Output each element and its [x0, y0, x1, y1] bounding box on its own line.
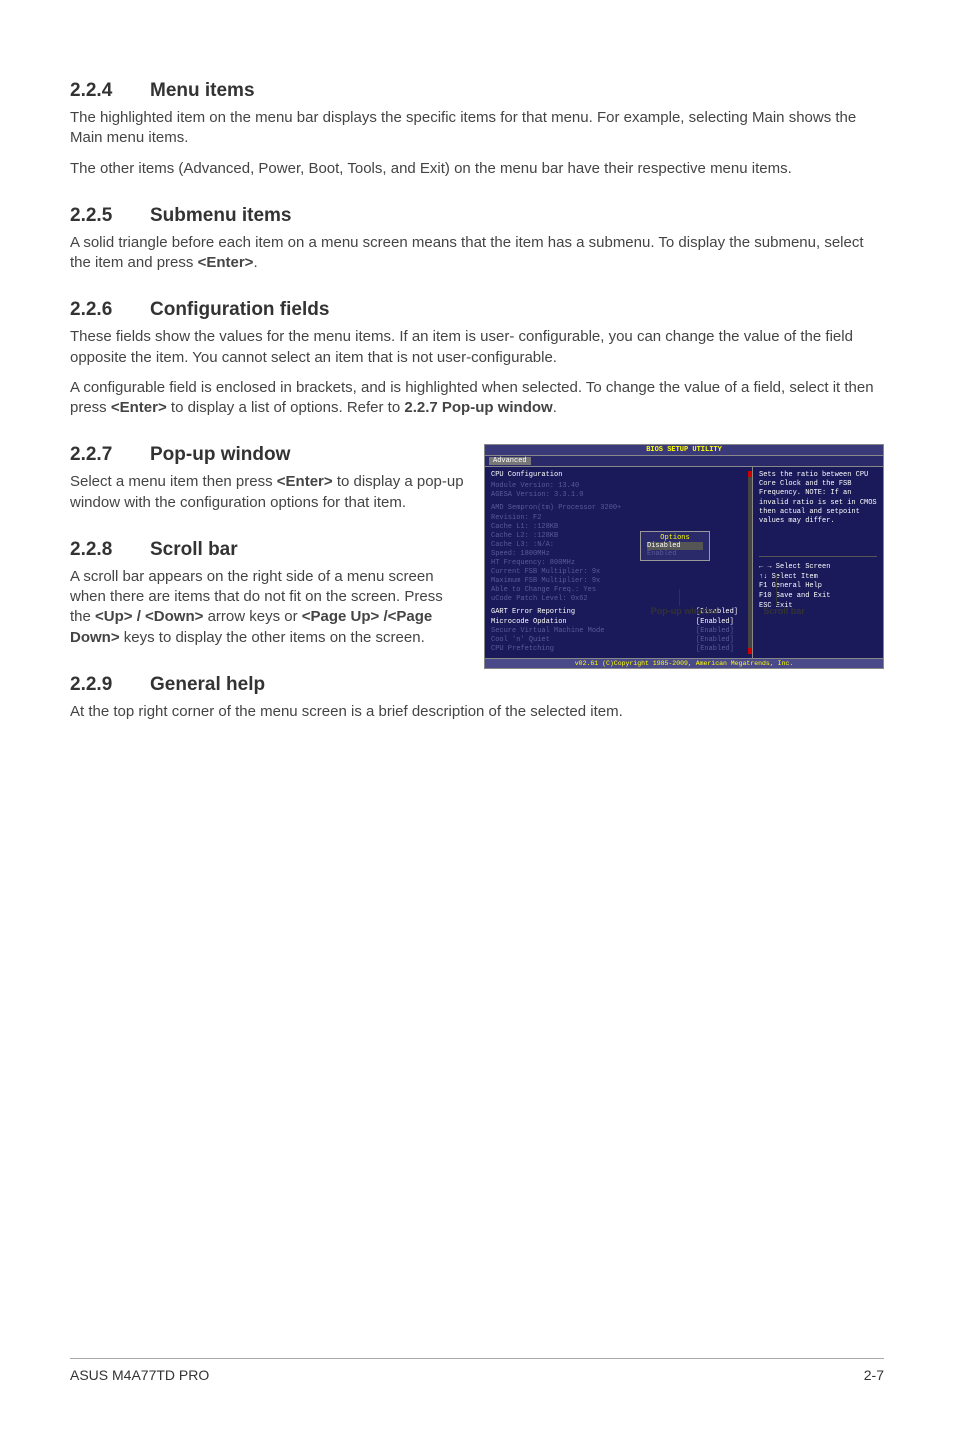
bios-config-row: Microcode Opdation[Enabled] [491, 618, 746, 627]
bios-body: CPU Configuration Module Version: 13.40 … [485, 467, 883, 658]
bios-section-title: CPU Configuration [491, 471, 746, 479]
bios-info: uCode Patch Level: 0x62 [491, 595, 746, 604]
right-column: BIOS SETUP UTILITY Advanced CPU Configur… [484, 444, 884, 669]
heading-title: General help [150, 674, 265, 695]
heading-num: 2.2.6 [70, 299, 150, 321]
heading-title: Scroll bar [150, 539, 238, 560]
heading-title: Configuration fields [150, 299, 329, 320]
bios-scroll-arrow-up-icon [748, 471, 752, 477]
bios-info: Current FSB Multiplier: 9x [491, 568, 746, 577]
heading-submenu-items: 2.2.5Submenu items [70, 205, 884, 227]
bios-config-row: Secure Virtual Machine Mode[Enabled] [491, 627, 746, 636]
left-column: 2.2.7Pop-up window Select a menu item th… [70, 444, 464, 674]
two-column-area: 2.2.7Pop-up window Select a menu item th… [70, 444, 884, 674]
bios-info: Revision: F2 [491, 514, 746, 523]
para: A configurable field is enclosed in brac… [70, 378, 884, 419]
footer-page-number: 2-7 [864, 1367, 884, 1383]
bios-window: BIOS SETUP UTILITY Advanced CPU Configur… [484, 444, 884, 669]
bios-popup-option: Enabled [647, 550, 703, 558]
para: A scroll bar appears on the right side o… [70, 567, 464, 648]
heading-num: 2.2.5 [70, 205, 150, 227]
heading-general-help: 2.2.9General help [70, 674, 884, 696]
bios-title-bar: BIOS SETUP UTILITY [485, 445, 883, 456]
bios-copyright: v02.61 (C)Copyright 1985-2009, American … [485, 658, 883, 668]
para: Select a menu item then press <Enter> to… [70, 472, 464, 513]
bios-scrollbar [748, 471, 752, 654]
para: These fields show the values for the men… [70, 327, 884, 368]
annotation-popup-window: Pop-up window [644, 606, 724, 616]
bios-config-value: [Enabled] [696, 618, 746, 627]
bios-config-label: Microcode Opdation [491, 618, 696, 627]
bios-help-text: Sets the ratio between CPU Core Clock an… [759, 471, 877, 557]
bios-config-label: Cool 'n' Quiet [491, 636, 696, 645]
heading-config-fields: 2.2.6Configuration fields [70, 299, 884, 321]
bios-config-label: CPU Prefetching [491, 645, 696, 654]
bios-config-value: [Enabled] [696, 627, 746, 636]
callout-line [776, 574, 777, 606]
para: The other items (Advanced, Power, Boot, … [70, 159, 884, 179]
footer-product: ASUS M4A77TD PRO [70, 1367, 209, 1383]
bios-tab-advanced: Advanced [489, 457, 531, 465]
section-2-2-9: 2.2.9General help At the top right corne… [70, 674, 884, 722]
bios-help-panel: Sets the ratio between CPU Core Clock an… [753, 467, 883, 658]
bios-scroll-arrow-down-icon [748, 648, 752, 654]
heading-title: Menu items [150, 80, 255, 101]
heading-title: Pop-up window [150, 444, 290, 465]
bios-popup-options: Options Disabled Enabled [640, 531, 710, 561]
bios-config-row: Cool 'n' Quiet[Enabled] [491, 636, 746, 645]
annotation-scroll-bar: Scroll bar [754, 606, 814, 616]
heading-menu-items: 2.2.4Menu items [70, 80, 884, 102]
section-2-2-8: 2.2.8Scroll bar A scroll bar appears on … [70, 539, 464, 648]
bios-popup-option: Disabled [647, 542, 703, 550]
heading-num: 2.2.4 [70, 80, 150, 102]
bios-info: AMD Sempron(tm) Processor 3200+ [491, 504, 746, 513]
para: The highlighted item on the menu bar dis… [70, 108, 884, 149]
heading-scroll-bar: 2.2.8Scroll bar [70, 539, 464, 561]
para: A solid triangle before each item on a m… [70, 233, 884, 274]
bios-config-value: [Enabled] [696, 636, 746, 645]
section-2-2-4: 2.2.4Menu items The highlighted item on … [70, 80, 884, 179]
bios-screenshot: BIOS SETUP UTILITY Advanced CPU Configur… [484, 444, 884, 669]
bios-tab-bar: Advanced [485, 456, 883, 467]
para: At the top right corner of the menu scre… [70, 702, 884, 722]
heading-num: 2.2.9 [70, 674, 150, 696]
bios-info: Maximum FSB Multiplier: 9x [491, 577, 746, 586]
heading-num: 2.2.7 [70, 444, 150, 466]
bios-config-row: CPU Prefetching[Enabled] [491, 645, 746, 654]
page-footer: ASUS M4A77TD PRO 2-7 [70, 1358, 884, 1383]
bios-nav-line: ← → Select Screen [759, 563, 877, 573]
bios-main-panel: CPU Configuration Module Version: 13.40 … [485, 467, 753, 658]
bios-info: Able to Change Freq.: Yes [491, 586, 746, 595]
heading-popup-window: 2.2.7Pop-up window [70, 444, 464, 466]
bios-config-label: Secure Virtual Machine Mode [491, 627, 696, 636]
section-2-2-5: 2.2.5Submenu items A solid triangle befo… [70, 205, 884, 274]
section-2-2-6: 2.2.6Configuration fields These fields s… [70, 299, 884, 418]
callout-line [679, 589, 680, 606]
heading-num: 2.2.8 [70, 539, 150, 561]
heading-title: Submenu items [150, 205, 291, 226]
bios-config-value: [Enabled] [696, 645, 746, 654]
bios-info: AGESA Version: 3.3.1.0 [491, 491, 746, 500]
bios-info: Module Version: 13.40 [491, 482, 746, 491]
bios-popup-title: Options [647, 534, 703, 542]
section-2-2-7: 2.2.7Pop-up window Select a menu item th… [70, 444, 464, 513]
